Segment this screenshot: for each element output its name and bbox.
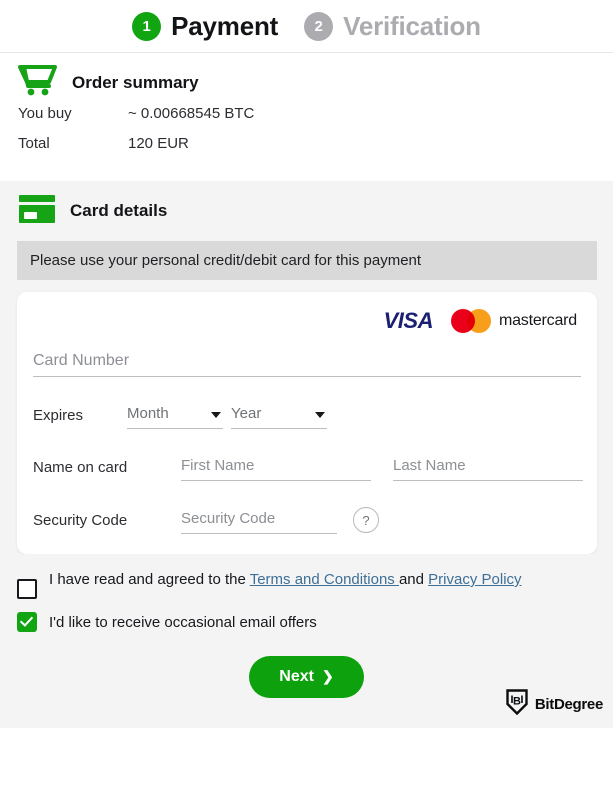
order-summary-title: Order summary bbox=[72, 73, 199, 92]
terms-checkbox[interactable] bbox=[17, 579, 37, 599]
step-2-label: Verification bbox=[343, 10, 481, 41]
bitdegree-wordmark: BitDegree bbox=[534, 695, 603, 713]
expiry-year-select[interactable]: Year bbox=[231, 403, 327, 428]
summary-row-you-buy: You buy ~ 0.00668545 BTC bbox=[18, 105, 595, 135]
terms-text: I have read and agreed to the Terms and … bbox=[49, 568, 522, 591]
chevron-right-icon: ❯ bbox=[321, 667, 334, 684]
order-summary-header: Order summary bbox=[18, 61, 595, 105]
credit-card-icon bbox=[18, 194, 56, 229]
step-2-badge: 2 bbox=[304, 11, 334, 41]
email-offers-checkbox[interactable] bbox=[17, 612, 37, 632]
shopping-cart-icon bbox=[18, 64, 58, 103]
security-code-row: Security Code ? bbox=[33, 507, 581, 534]
footer-bar: Next ❯ B BitDegree bbox=[0, 645, 613, 728]
card-notice-banner: Please use your personal credit/debit ca… bbox=[17, 241, 597, 280]
card-details-section: Card details Please use your personal cr… bbox=[0, 181, 613, 728]
last-name-input[interactable] bbox=[393, 455, 583, 481]
first-name-input[interactable] bbox=[181, 455, 371, 481]
next-button[interactable]: Next ❯ bbox=[249, 655, 364, 698]
step-1-label: Payment bbox=[171, 10, 279, 41]
you-buy-label: You buy bbox=[18, 105, 72, 122]
name-on-card-label: Name on card bbox=[33, 459, 128, 476]
card-number-row bbox=[33, 338, 581, 377]
card-number-input[interactable] bbox=[33, 350, 581, 377]
bitdegree-shield-icon: B bbox=[506, 689, 528, 720]
security-code-label: Security Code bbox=[33, 512, 128, 529]
card-details-header: Card details bbox=[0, 185, 613, 237]
svg-text:B: B bbox=[513, 695, 521, 707]
terms-text-middle: and bbox=[398, 571, 429, 588]
privacy-policy-link[interactable]: Privacy Policy bbox=[428, 571, 521, 588]
step-verification[interactable]: 2 Verification bbox=[304, 11, 481, 42]
step-1-badge: 1 bbox=[132, 11, 162, 41]
step-payment[interactable]: 1 Payment bbox=[132, 11, 278, 42]
order-summary-section: Order summary You buy ~ 0.00668545 BTC T… bbox=[0, 53, 613, 181]
name-on-card-row: Name on card bbox=[33, 455, 583, 481]
expiry-month-select[interactable]: Month bbox=[127, 403, 223, 428]
mastercard-logo: mastercard bbox=[450, 309, 577, 333]
you-buy-value: ~ 0.00668545 BTC bbox=[128, 105, 255, 122]
summary-row-total: Total 120 EUR bbox=[18, 135, 595, 165]
card-form-panel: VISA mastercard Expires Month Year bbox=[17, 292, 597, 554]
bitdegree-logo: B BitDegree bbox=[506, 689, 603, 720]
mastercard-wordmark: mastercard bbox=[498, 312, 577, 329]
expires-label: Expires bbox=[33, 407, 84, 424]
expiry-year-select-wrapper[interactable]: Year bbox=[231, 403, 327, 429]
card-details-title: Card details bbox=[70, 201, 168, 220]
expires-row: Expires Month Year bbox=[33, 403, 581, 429]
security-code-help-icon[interactable]: ? bbox=[353, 507, 379, 533]
total-label: Total bbox=[18, 135, 50, 152]
next-button-label: Next bbox=[279, 667, 314, 685]
accepted-card-brands: VISA mastercard bbox=[33, 304, 581, 338]
terms-text-before: I have read and agreed to the bbox=[49, 571, 250, 588]
expiry-month-select-wrapper[interactable]: Month bbox=[127, 403, 223, 429]
security-code-input[interactable] bbox=[181, 508, 337, 534]
total-value: 120 EUR bbox=[128, 135, 189, 152]
visa-logo: VISA bbox=[383, 308, 434, 333]
consents-section: I have read and agreed to the Terms and … bbox=[0, 554, 613, 634]
consent-email-offers: I'd like to receive occasional email off… bbox=[17, 611, 597, 634]
email-offers-text: I'd like to receive occasional email off… bbox=[49, 614, 317, 631]
consent-terms: I have read and agreed to the Terms and … bbox=[17, 568, 597, 599]
mastercard-circles-icon bbox=[450, 309, 491, 333]
progress-stepper: 1 Payment 2 Verification bbox=[0, 0, 613, 53]
terms-and-conditions-link[interactable]: Terms and Conditions bbox=[250, 571, 399, 588]
